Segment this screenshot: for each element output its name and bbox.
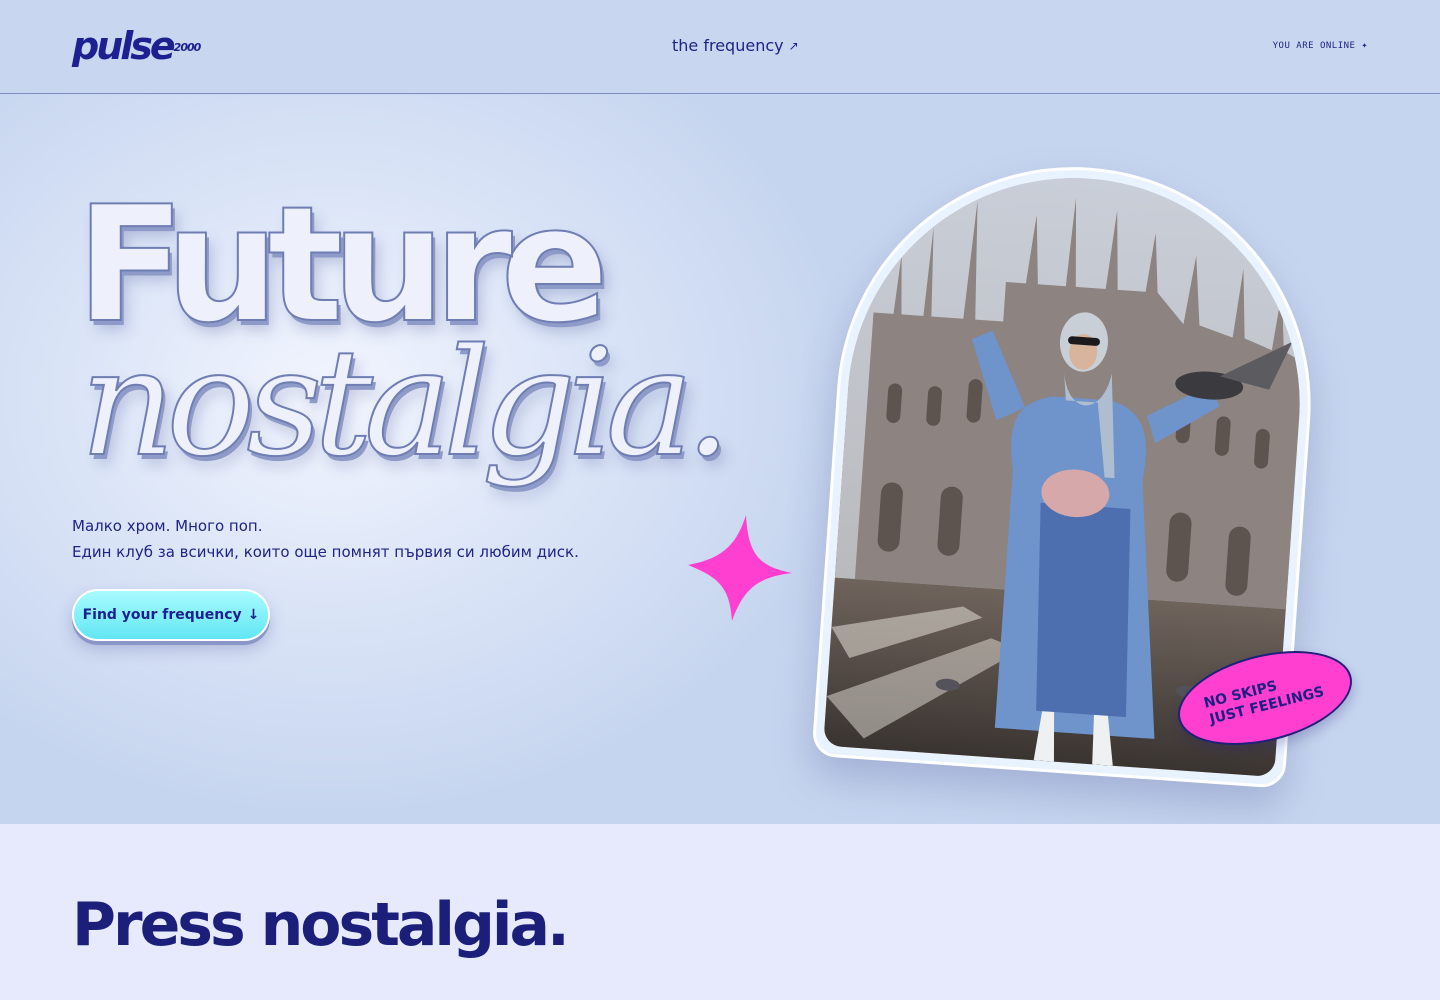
hero-title-line-2: nostalgia. xyxy=(79,317,733,489)
arrow-down-icon: ↓ xyxy=(247,607,260,623)
cta-label: Find your frequency xyxy=(82,607,242,623)
hero-lede-line-1: Малко хром. Много поп. xyxy=(72,517,263,535)
hero-section: Future nostalgia. Малко хром. Много поп.… xyxy=(0,95,1440,824)
section-title: Press nostalgia. xyxy=(72,890,570,960)
logo-wordmark: pulse xyxy=(72,24,176,68)
find-your-frequency-button[interactable]: Find your frequency ↓ xyxy=(72,589,270,641)
logo[interactable]: pulse 2000 xyxy=(72,24,202,68)
hero-lede: Малко хром. Много поп. Един клуб за всич… xyxy=(72,513,579,565)
nav-link-the-frequency[interactable]: the frequency ↗ xyxy=(672,36,799,55)
arrow-up-right-icon: ↗ xyxy=(788,38,799,53)
logo-superscript: 2000 xyxy=(173,41,202,54)
hero-lede-line-2: Един клуб за всички, които още помнят пъ… xyxy=(72,543,579,561)
online-status-label: YOU ARE ONLINE xyxy=(1272,40,1356,51)
press-nostalgia-section: Press nostalgia. xyxy=(0,824,1440,1000)
four-point-star-icon xyxy=(688,515,792,621)
nav-link-label: the frequency xyxy=(672,36,784,55)
sparkle-icon: ✦ xyxy=(1361,40,1368,51)
site-header: pulse 2000 the frequency ↗ YOU ARE ONLIN… xyxy=(0,0,1440,94)
online-status: YOU ARE ONLINE ✦ xyxy=(1273,40,1368,51)
